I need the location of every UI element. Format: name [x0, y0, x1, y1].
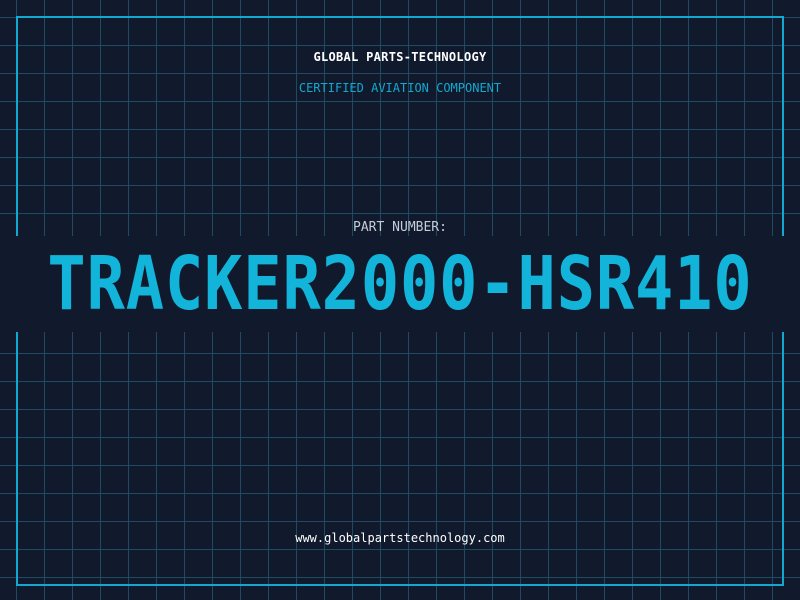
- certificate-card: GLOBAL PARTS-TECHNOLOGY CERTIFIED AVIATI…: [0, 0, 800, 600]
- part-number-value: TRACKER2000-HSR410: [47, 241, 753, 327]
- tagline: CERTIFIED AVIATION COMPONENT: [298, 81, 502, 95]
- website-link[interactable]: www.globalpartstechnology.com: [0, 529, 800, 547]
- company-name: GLOBAL PARTS-TECHNOLOGY: [313, 50, 487, 64]
- part-number-label: PART NUMBER:: [353, 220, 447, 235]
